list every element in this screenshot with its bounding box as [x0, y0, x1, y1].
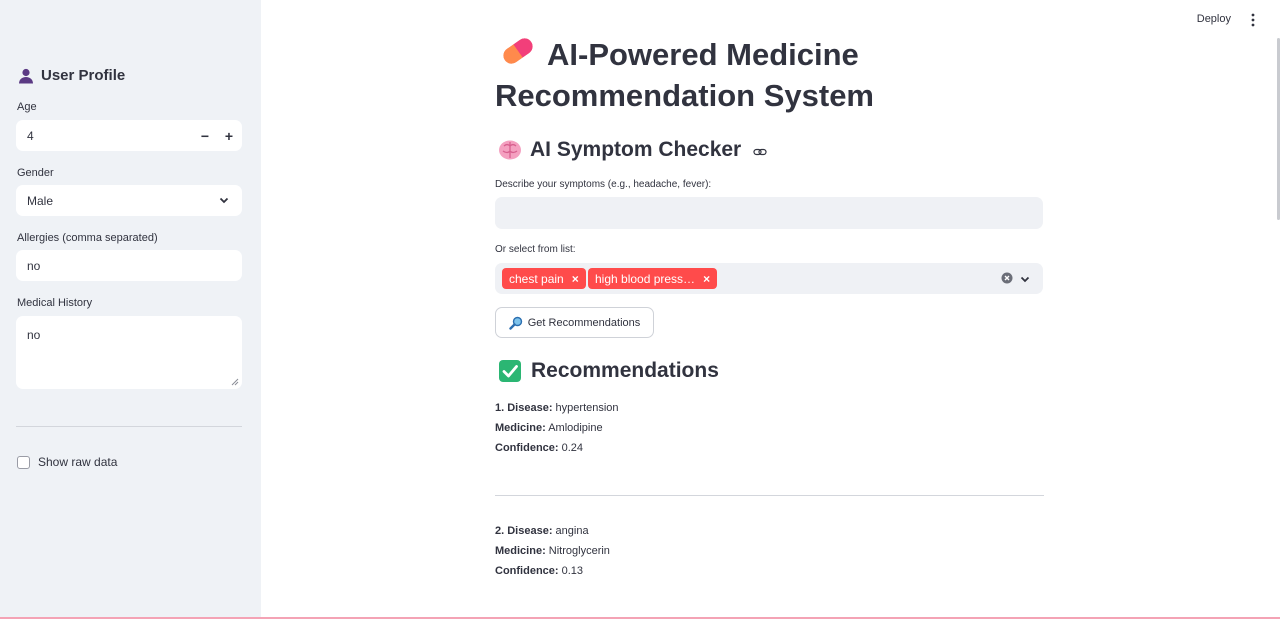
chevron-down-icon[interactable]: [1019, 273, 1031, 285]
user-profile-title: User Profile: [41, 67, 126, 84]
link-icon[interactable]: [753, 147, 767, 157]
medical-history-value[interactable]: no: [27, 328, 40, 342]
gender-label: Gender: [17, 167, 54, 179]
gender-value[interactable]: Male: [27, 194, 53, 208]
recommendations-title: Recommendations: [531, 359, 719, 382]
chevron-down-icon[interactable]: [218, 194, 230, 206]
remove-tag-icon[interactable]: ×: [572, 272, 579, 286]
check-box-icon: [499, 360, 521, 382]
get-recommendations-label[interactable]: Get Recommendations: [528, 317, 641, 329]
medical-history-textarea[interactable]: no: [16, 316, 242, 389]
age-number-input[interactable]: 4 − +: [16, 120, 242, 151]
recommendation-divider: [495, 495, 1044, 496]
pill-icon: [503, 38, 533, 64]
magnifier-icon: [509, 316, 522, 330]
page-title-line-2: Recommendation System: [495, 78, 874, 113]
remove-tag-icon[interactable]: ×: [703, 272, 710, 286]
age-label: Age: [17, 101, 37, 113]
recommendation-medicine: Medicine: Nitroglycerin: [495, 545, 610, 557]
deploy-button[interactable]: Deploy: [1197, 13, 1231, 25]
symptoms-multiselect[interactable]: chest pain × high blood press… ×: [495, 263, 1043, 294]
user-silhouette-icon: [19, 68, 33, 83]
decrement-button[interactable]: −: [200, 128, 210, 144]
brain-icon: [499, 140, 521, 160]
get-recommendations-button[interactable]: Get Recommendations: [495, 307, 654, 338]
medical-history-label: Medical History: [17, 297, 93, 309]
describe-symptoms-label: Describe your symptoms (e.g., headache, …: [495, 179, 712, 190]
allergies-value[interactable]: no: [27, 259, 40, 273]
vertical-dots-icon[interactable]: [1248, 12, 1258, 28]
allergies-input[interactable]: no: [16, 250, 242, 281]
select-symptoms-label: Or select from list:: [495, 244, 576, 255]
increment-button[interactable]: +: [224, 128, 234, 144]
recommendation-confidence: Confidence: 0.13: [495, 565, 584, 577]
allergies-label: Allergies (comma separated): [17, 232, 158, 244]
sidebar-divider: [16, 426, 242, 427]
checkbox-box[interactable]: [17, 455, 30, 469]
recommendation-medicine: Medicine: Amlodipine: [495, 422, 603, 434]
sidebar: User Profile Age 4 − + Gender Male Aller…: [0, 0, 261, 617]
gender-select[interactable]: Male: [16, 185, 242, 216]
app-window: User Profile Age 4 − + Gender Male Aller…: [0, 0, 1280, 619]
resize-grip-icon[interactable]: [231, 378, 239, 386]
clear-all-icon[interactable]: [1001, 272, 1013, 284]
recommendation-disease: 2. Disease: angina: [495, 525, 589, 537]
page-title: AI-Powered Medicine Recommendation Syste…: [495, 34, 1055, 116]
page-title-line-1: AI-Powered Medicine: [547, 37, 859, 72]
tag-label: chest pain: [509, 271, 564, 286]
selected-tag[interactable]: high blood press… ×: [588, 268, 718, 289]
main-content: AI-Powered Medicine Recommendation Syste…: [495, 0, 1044, 617]
recommendations-heading: Recommendations: [498, 359, 719, 383]
symptoms-text-input[interactable]: [495, 197, 1043, 229]
user-profile-heading: User Profile: [18, 67, 125, 84]
recommendation-confidence: Confidence: 0.24: [495, 442, 584, 454]
recommendation-disease: 1. Disease: hypertension: [495, 402, 619, 414]
age-value[interactable]: 4: [27, 129, 34, 143]
selected-tag[interactable]: chest pain ×: [502, 268, 586, 289]
show-raw-data-checkbox[interactable]: Show raw data: [17, 455, 117, 469]
symptom-checker-title: AI Symptom Checker: [530, 138, 742, 161]
show-raw-data-label[interactable]: Show raw data: [38, 455, 117, 469]
tag-label: high blood press…: [595, 271, 696, 286]
symptom-checker-heading: AI Symptom Checker: [498, 138, 767, 162]
